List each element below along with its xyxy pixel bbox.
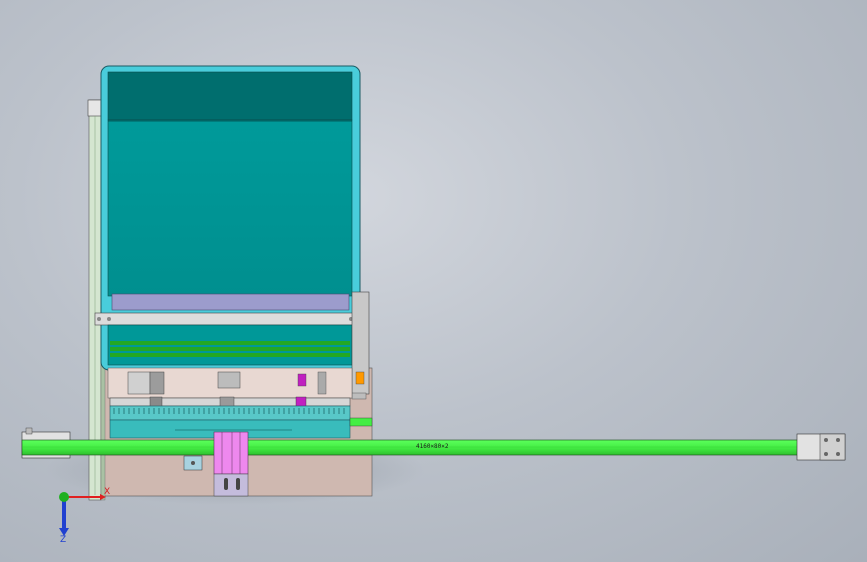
right-bracket[interactable] <box>351 291 370 400</box>
cad-drawing[interactable]: 4160×80×2 X Z <box>0 0 867 562</box>
lower-hopper[interactable] <box>107 324 353 366</box>
sensor-bracket[interactable] <box>183 455 203 471</box>
right-end-bracket[interactable] <box>796 433 846 461</box>
cross-bar[interactable] <box>94 312 366 326</box>
lavender-plate[interactable] <box>111 293 350 311</box>
teeth-tray[interactable] <box>109 405 351 421</box>
cad-viewport[interactable]: 4160×80×2 X Z <box>0 0 867 562</box>
mechanism[interactable] <box>107 367 353 399</box>
rail[interactable] <box>109 396 351 408</box>
triad-origin <box>59 492 69 502</box>
pneumatic-cylinder[interactable] <box>213 431 249 497</box>
coordinate-triad: X Z <box>59 487 110 545</box>
axis-z-label: Z <box>60 535 66 545</box>
conveyor-belt[interactable]: 4160×80×2 <box>21 439 823 456</box>
belt-dimension-label: 4160×80×2 <box>416 443 449 450</box>
axis-x-label: X <box>104 487 110 497</box>
